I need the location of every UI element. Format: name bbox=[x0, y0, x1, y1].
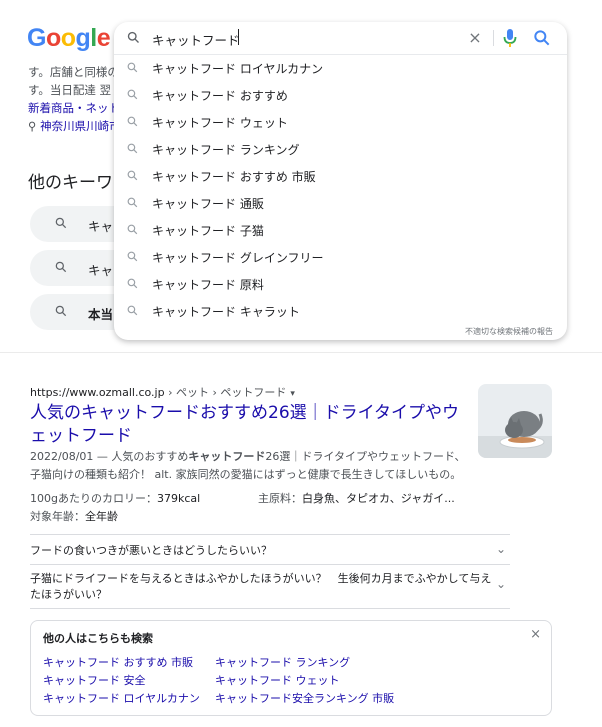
pill-label: キャ bbox=[88, 263, 114, 278]
suggestion-item[interactable]: キャットフード ロイヤルカナン bbox=[114, 54, 567, 81]
suggestion-text: キャットフード ウェット bbox=[152, 116, 288, 130]
google-logo[interactable]: Google bbox=[27, 24, 111, 53]
faq-question: フードの食いつきが悪いときはどうしたらいい？ bbox=[30, 544, 272, 557]
close-icon[interactable]: × bbox=[530, 627, 541, 642]
search-icon bbox=[127, 116, 138, 127]
divider bbox=[0, 352, 602, 353]
result-thumbnail-image[interactable] bbox=[478, 384, 552, 458]
search-icon bbox=[127, 62, 138, 73]
search-input[interactable]: キャットフード bbox=[152, 30, 240, 49]
logo-letter: o bbox=[45, 24, 61, 52]
suggestion-item[interactable]: キャットフード 原料 bbox=[114, 270, 567, 297]
faq-question: 子猫にドライフードを与えるときはふやかしたほうがいい？ 生後何カ月までふやかして… bbox=[30, 572, 492, 601]
search-icon bbox=[55, 261, 67, 273]
pill-label: 本当 bbox=[88, 307, 114, 322]
search-icon bbox=[127, 305, 138, 316]
people-also-search-box: 他の人はこちらも検索 × キャットフード おすすめ 市販 キャットフード ランキ… bbox=[30, 620, 552, 716]
bg-location[interactable]: ⚲ 神奈川県川崎市 bbox=[28, 118, 121, 134]
microphone-icon[interactable] bbox=[502, 28, 518, 48]
chevron-down-icon[interactable]: ⌄ bbox=[496, 577, 506, 591]
text-caret bbox=[238, 29, 239, 45]
search-input-row: キャットフード × bbox=[114, 22, 567, 55]
chevron-down-icon[interactable]: ▾ bbox=[290, 389, 295, 399]
search-icon bbox=[55, 217, 67, 229]
clear-icon[interactable]: × bbox=[466, 29, 484, 47]
suggestion-item[interactable]: キャットフード ランキング bbox=[114, 135, 567, 162]
suggestion-text: キャットフード 通販 bbox=[152, 197, 264, 211]
related-search-link[interactable]: キャットフード 安全 bbox=[43, 672, 146, 688]
search-icon bbox=[55, 305, 67, 317]
result-snippet: 2022/08/01 — 人気のおすすめキャットフード26選｜ドライタイプやウェ… bbox=[30, 448, 470, 484]
suggestion-text: キャットフード ロイヤルカナン bbox=[152, 62, 324, 76]
search-icon bbox=[127, 170, 138, 181]
bg-snippet-line: す。当日配達 翌 bbox=[28, 83, 112, 97]
suggestion-item[interactable]: キャットフード 通販 bbox=[114, 189, 567, 216]
result-attribute: 対象年齢：全年齢 bbox=[30, 510, 118, 523]
logo-letter: G bbox=[27, 24, 46, 52]
related-search-link[interactable]: キャットフード ロイヤルカナン bbox=[43, 690, 200, 706]
suggestion-text: キャットフード おすすめ 市販 bbox=[152, 170, 316, 184]
chevron-down-icon[interactable]: ⌄ bbox=[496, 542, 506, 556]
faq-item[interactable]: 子猫にドライフードを与えるときはふやかしたほうがいい？ 生後何カ月までふやかして… bbox=[30, 564, 510, 609]
search-icon bbox=[127, 251, 138, 262]
suggestion-text: キャットフード 原料 bbox=[152, 278, 264, 292]
location-text: 神奈川県川崎市 bbox=[40, 119, 121, 133]
report-suggestions-link[interactable]: 不適切な検索候補の報告 bbox=[465, 326, 553, 337]
related-search-link[interactable]: キャットフード おすすめ 市販 bbox=[43, 654, 193, 670]
result-url[interactable]: https://www.ozmall.co.jp › ペット › ペットフード ▾ bbox=[30, 384, 295, 400]
search-icon bbox=[127, 89, 138, 100]
location-pin-icon: ⚲ bbox=[28, 119, 37, 133]
search-icon[interactable] bbox=[532, 28, 552, 48]
related-search-link[interactable]: キャットフード ウェット bbox=[215, 672, 340, 688]
search-icon bbox=[127, 31, 139, 43]
search-autocomplete: キャットフード × キャットフード ロイヤルカナン キャットフード おすすめ キャッ… bbox=[114, 22, 567, 340]
search-icon bbox=[127, 197, 138, 208]
result-attribute: 主原料：白身魚、タピオカ、ジャガイ... bbox=[258, 492, 455, 505]
search-icon bbox=[127, 143, 138, 154]
related-search-link[interactable]: キャットフード安全ランキング 市販 bbox=[215, 690, 394, 706]
suggestion-text: キャットフード ランキング bbox=[152, 143, 300, 157]
snippet-date: 2022/08/01 — 人気のおすすめ bbox=[30, 450, 189, 463]
bg-links[interactable]: 新着商品・ネット bbox=[28, 100, 120, 116]
result-domain: https://www.ozmall.co.jp bbox=[30, 386, 165, 399]
result-breadcrumb: › ペット › ペットフード bbox=[164, 386, 287, 399]
people-also-search-title: 他の人はこちらも検索 bbox=[43, 632, 153, 645]
suggestion-item[interactable]: キャットフード ウェット bbox=[114, 108, 567, 135]
bg-snippet-line: す。店舗と同様の bbox=[28, 65, 119, 79]
suggestion-item[interactable]: キャットフード キャラット bbox=[114, 297, 567, 324]
search-icon bbox=[127, 278, 138, 289]
suggestion-text: キャットフード おすすめ bbox=[152, 89, 288, 103]
suggestion-text: キャットフード 子猫 bbox=[152, 224, 264, 238]
suggestion-item[interactable]: キャットフード グレインフリー bbox=[114, 243, 567, 270]
suggestion-item[interactable]: キャットフード おすすめ bbox=[114, 81, 567, 108]
result-attribute: 100gあたりのカロリー：379kcal bbox=[30, 492, 201, 505]
logo-letter: g bbox=[75, 24, 91, 52]
divider bbox=[493, 30, 494, 46]
suggestion-item[interactable]: キャットフード おすすめ 市販 bbox=[114, 162, 567, 189]
suggestion-item[interactable]: キャットフード 子猫 bbox=[114, 216, 567, 243]
divider bbox=[30, 608, 510, 609]
logo-letter: e bbox=[96, 24, 111, 52]
snippet-bold: キャットフード bbox=[188, 450, 266, 463]
search-icon bbox=[127, 224, 138, 235]
pill-label: キャ bbox=[88, 219, 114, 234]
suggestion-text: キャットフード グレインフリー bbox=[152, 251, 324, 265]
faq-item[interactable]: フードの食いつきが悪いときはどうしたらいい？ ⌄ bbox=[30, 534, 510, 565]
related-search-link[interactable]: キャットフード ランキング bbox=[215, 654, 350, 670]
suggestion-text: キャットフード キャラット bbox=[152, 305, 300, 319]
result-title-link[interactable]: 人気のキャットフードおすすめ26選｜ドライタイプやウェットフード bbox=[30, 402, 470, 448]
logo-letter: o bbox=[60, 24, 76, 52]
